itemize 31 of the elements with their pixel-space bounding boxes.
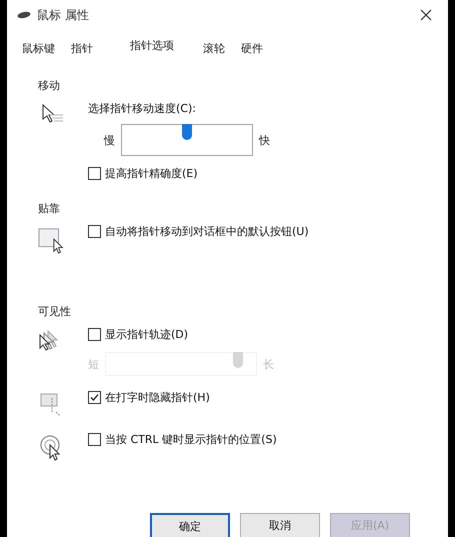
checkbox[interactable] [88, 433, 101, 446]
checkbox[interactable] [88, 391, 101, 404]
checkbox-label: 当按 CTRL 键时显示指针的位置(S) [105, 432, 277, 447]
slider-max-label: 长 [263, 356, 274, 372]
tab[interactable]: 指针 [64, 37, 100, 62]
window-title: 鼠标 属性 [37, 6, 90, 24]
checkbox[interactable] [88, 225, 101, 238]
slider-thumb[interactable] [182, 124, 192, 140]
checkbox[interactable] [88, 167, 101, 180]
section-heading: 可见性 [38, 304, 72, 319]
tab[interactable]: 滚轮 [196, 37, 232, 62]
section-heading: 贴靠 [38, 201, 61, 216]
pointer-speed-icon [40, 103, 64, 125]
checkbox-label: 显示指针轨迹(D) [105, 327, 188, 342]
ok-button[interactable]: 确定 [150, 513, 230, 537]
tab[interactable]: 硬件 [234, 37, 270, 62]
tab[interactable]: 鼠标键 [15, 37, 62, 62]
checkbox-label: 自动将指针移动到对话框中的默认按钮(U) [105, 224, 309, 239]
slider-track[interactable] [121, 124, 253, 156]
checkbox[interactable] [88, 328, 101, 341]
snap-to-button-icon [38, 226, 66, 256]
slider-min-label: 慢 [104, 132, 115, 148]
slider-min-label: 短 [88, 356, 99, 372]
mouse-icon [17, 11, 31, 19]
cancel-button[interactable]: 取消 [240, 513, 320, 537]
slider-label: 选择指针移动速度(C): [88, 101, 197, 116]
section-heading: 移动 [38, 78, 61, 93]
close-icon [419, 8, 433, 22]
checkbox-label: 在打字时隐藏指针(H) [105, 390, 210, 405]
slider-max-label: 快 [259, 132, 270, 148]
checkbox-label: 提高指针精确度(E) [105, 166, 198, 181]
